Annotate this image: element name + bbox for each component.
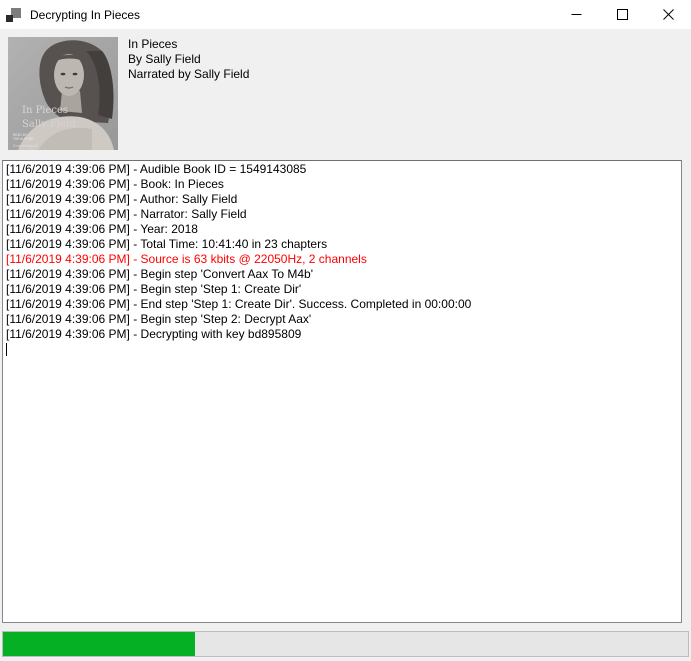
close-icon — [663, 9, 674, 20]
log-line: [11/6/2019 4:39:06 PM] - Author: Sally F… — [6, 192, 678, 207]
progress-fill — [3, 632, 195, 656]
minimize-icon — [571, 9, 582, 20]
log-line: [11/6/2019 4:39:06 PM] - Year: 2018 — [6, 222, 678, 237]
log-line: [11/6/2019 4:39:06 PM] - End step 'Step … — [6, 297, 678, 312]
caption-buttons — [553, 0, 691, 29]
cover-author-text: Sally Field — [22, 119, 76, 130]
cover-title-text: In Pieces — [22, 105, 68, 116]
log-line: [11/6/2019 4:39:06 PM] - Narrator: Sally… — [6, 207, 678, 222]
log-line: [11/6/2019 4:39:06 PM] - Total Time: 10:… — [6, 237, 678, 252]
log-area[interactable]: [11/6/2019 4:39:06 PM] - Audible Book ID… — [2, 160, 682, 623]
log-line: [11/6/2019 4:39:06 PM] - Audible Book ID… — [6, 162, 678, 177]
text-caret — [6, 343, 7, 356]
log-line: [11/6/2019 4:39:06 PM] - Book: In Pieces — [6, 177, 678, 192]
window-title: Decrypting In Pieces — [30, 8, 140, 22]
app-window: Decrypting In Pieces — [0, 0, 691, 661]
maximize-icon — [617, 9, 628, 20]
book-narrator-label: Narrated by Sally Field — [128, 67, 249, 82]
log-line: [11/6/2019 4:39:06 PM] - Begin step 'Ste… — [6, 282, 678, 297]
close-button[interactable] — [645, 0, 691, 29]
progress-bar — [2, 631, 689, 657]
book-info: In Pieces By Sally Field Narrated by Sal… — [128, 37, 249, 82]
maximize-button[interactable] — [599, 0, 645, 29]
log-line: [11/6/2019 4:39:06 PM] - Decrypting with… — [6, 327, 678, 342]
app-icon — [4, 6, 22, 24]
cover-readby-text-2: THE AUTHOR — [13, 137, 34, 141]
title-bar[interactable]: Decrypting In Pieces — [0, 0, 691, 29]
cover-unabridged-text: Unabridged — [13, 143, 38, 148]
log-line: [11/6/2019 4:39:06 PM] - Source is 63 kb… — [6, 252, 678, 267]
book-cover-image: In Pieces Sally Field READ BY THE AUTHOR… — [8, 37, 118, 150]
book-title-label: In Pieces — [128, 37, 249, 52]
log-line: [11/6/2019 4:39:06 PM] - Begin step 'Ste… — [6, 312, 678, 327]
log-line: [11/6/2019 4:39:06 PM] - Begin step 'Con… — [6, 267, 678, 282]
book-author-label: By Sally Field — [128, 52, 249, 67]
minimize-button[interactable] — [553, 0, 599, 29]
